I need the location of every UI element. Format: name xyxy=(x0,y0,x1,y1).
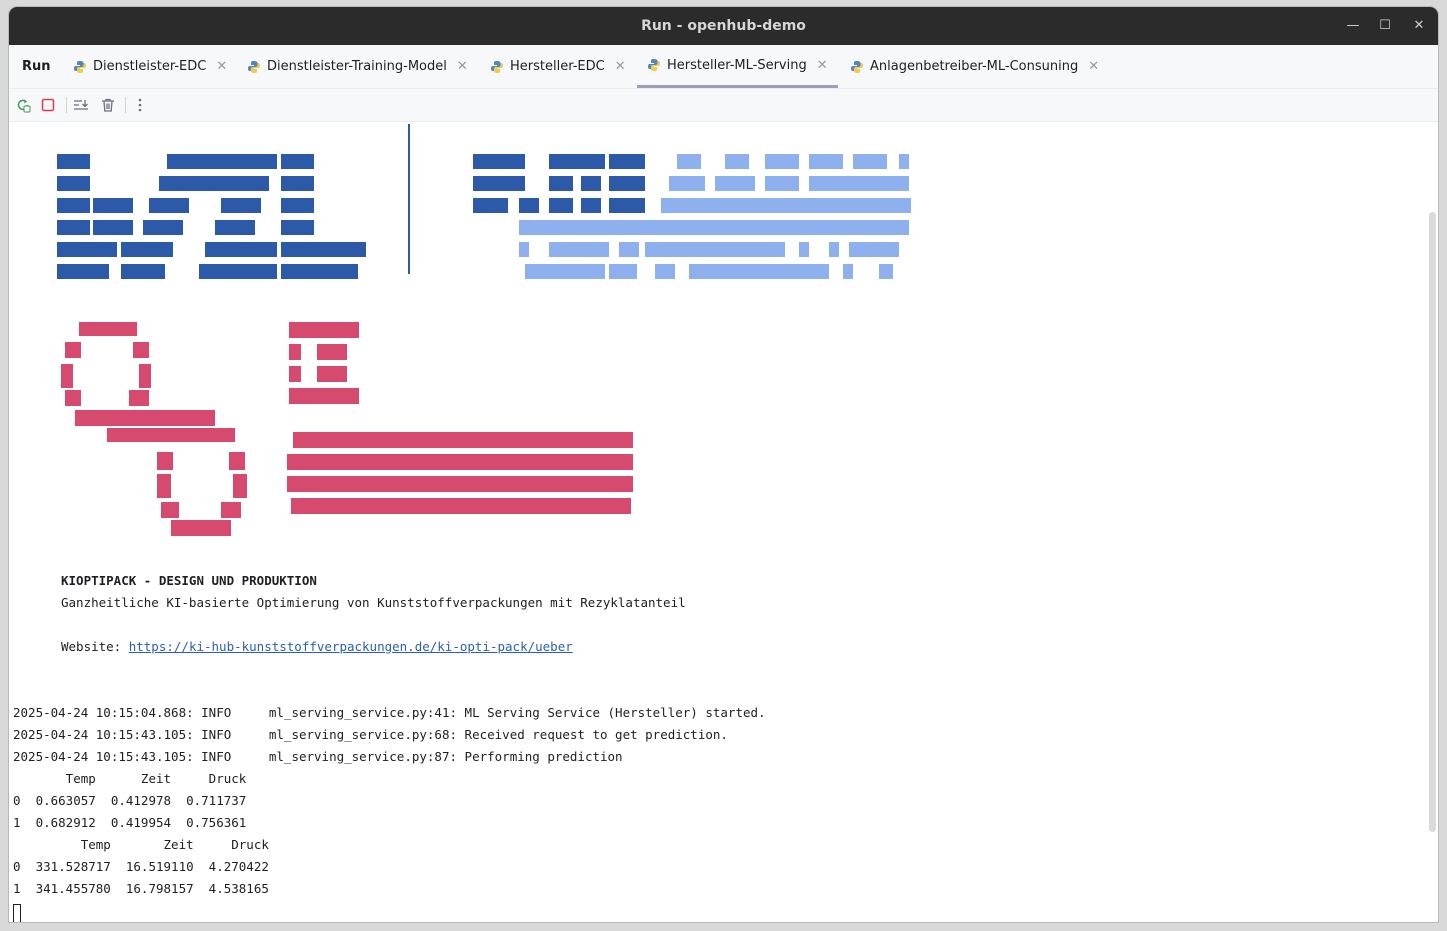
close-window-button[interactable]: ✕ xyxy=(1403,7,1435,45)
tab-label: Hersteller-EDC xyxy=(510,59,605,74)
run-tool-window-label: Run xyxy=(22,59,51,74)
stop-icon[interactable] xyxy=(38,95,58,115)
table-row: 0 331.528717 16.519110 4.270422 xyxy=(13,859,269,874)
tab-label: Dienstleister-Training-Model xyxy=(267,59,447,74)
website-link[interactable]: https://ki-hub-kunststoffverpackungen.de… xyxy=(129,639,573,654)
tab-label: Anlagenbetreiber-ML-Consuning xyxy=(870,59,1079,74)
table-header: Temp Zeit Druck xyxy=(13,837,269,852)
clear-icon[interactable] xyxy=(98,95,118,115)
run-tab-bar: Run Dienstleister-EDC ✕ Dienstleister-Tr… xyxy=(9,45,1438,89)
tab-close-icon[interactable]: ✕ xyxy=(1088,59,1099,74)
title-bar: Run - openhub-demo — ☐ ✕ xyxy=(9,7,1438,45)
text-cursor[interactable] xyxy=(13,904,21,922)
tab-anlagenbetreiber-ml-consuning[interactable]: Anlagenbetreiber-ML-Consuning ✕ xyxy=(850,45,1099,88)
table-row: 1 0.682912 0.419954 0.756361 xyxy=(13,815,247,830)
rerun-icon[interactable] xyxy=(13,95,33,115)
console-output[interactable]: KIOPTIPACK - DESIGN UND PRODUKTION Ganzh… xyxy=(9,122,1427,922)
kioptipack-logo xyxy=(57,124,911,536)
banner-heading: KIOPTIPACK - DESIGN UND PRODUKTION xyxy=(61,573,317,588)
log-line: 2025-04-24 10:15:04.868: INFO ml_serving… xyxy=(13,705,766,720)
run-window: Run - openhub-demo — ☐ ✕ Run Dienstleist… xyxy=(9,7,1438,922)
python-icon xyxy=(73,60,87,74)
run-toolbar xyxy=(9,89,1438,122)
tab-hersteller-edc[interactable]: Hersteller-EDC ✕ xyxy=(490,45,626,88)
tab-dienstleister-edc[interactable]: Dienstleister-EDC ✕ xyxy=(73,45,227,88)
window-title: Run - openhub-demo xyxy=(641,18,806,34)
table-row: 1 341.455780 16.798157 4.538165 xyxy=(13,881,269,896)
python-icon xyxy=(850,60,864,74)
banner-website: Website: https://ki-hub-kunststoffverpac… xyxy=(61,639,573,654)
table-header: Temp Zeit Druck xyxy=(13,771,247,786)
python-icon xyxy=(490,60,504,74)
log-line: 2025-04-24 10:15:43.105: INFO ml_serving… xyxy=(13,749,623,764)
scroll-to-end-icon[interactable] xyxy=(71,95,91,115)
tab-label: Dienstleister-EDC xyxy=(93,59,207,74)
tab-close-icon[interactable]: ✕ xyxy=(817,58,828,73)
tab-hersteller-ml-serving[interactable]: Hersteller-ML-Serving ✕ xyxy=(637,45,838,88)
more-icon[interactable] xyxy=(130,95,150,115)
banner-subtitle: Ganzheitliche KI-basierte Optimierung vo… xyxy=(61,595,686,610)
python-icon xyxy=(247,60,261,74)
tab-close-icon[interactable]: ✕ xyxy=(457,59,468,74)
scrollbar-thumb[interactable] xyxy=(1429,212,1436,832)
tab-dienstleister-training-model[interactable]: Dienstleister-Training-Model ✕ xyxy=(247,45,468,88)
tab-close-icon[interactable]: ✕ xyxy=(615,59,626,74)
log-line: 2025-04-24 10:15:43.105: INFO ml_serving… xyxy=(13,727,728,742)
minimize-button[interactable]: — xyxy=(1337,7,1369,45)
tab-close-icon[interactable]: ✕ xyxy=(216,59,227,74)
tab-label: Hersteller-ML-Serving xyxy=(667,57,807,73)
table-row: 0 0.663057 0.412978 0.711737 xyxy=(13,793,247,808)
vertical-scrollbar[interactable] xyxy=(1427,122,1438,922)
website-label: Website: xyxy=(61,639,129,654)
maximize-button[interactable]: ☐ xyxy=(1369,7,1401,45)
python-icon xyxy=(647,58,661,72)
